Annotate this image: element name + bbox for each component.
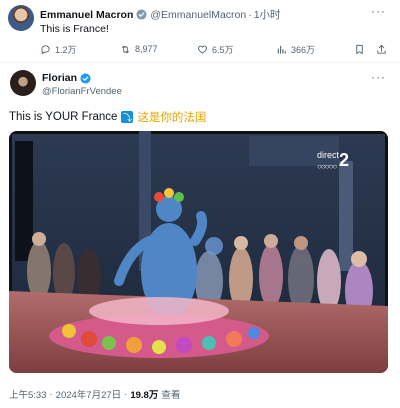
arrow-down-right-icon: ⤵ bbox=[121, 111, 134, 123]
bookmark-button[interactable] bbox=[354, 44, 365, 55]
tweet2-more-icon[interactable]: ··· bbox=[371, 70, 386, 84]
views-count: 366万 bbox=[291, 44, 316, 55]
post-views-label: 查看 bbox=[161, 390, 181, 401]
views-button[interactable]: 366万 bbox=[276, 43, 315, 56]
bookmark-icon bbox=[356, 44, 363, 54]
share-icon bbox=[377, 44, 386, 54]
tweet1-header: Emmanuel Macron @EmmanuelMacron · 1小时 bbox=[40, 7, 281, 22]
like-count: 6.5万 bbox=[212, 44, 234, 55]
tweet1-time[interactable]: 1小时 bbox=[254, 7, 281, 22]
tweet1-actions: 1.2万 8,977 6.5万 366万 bbox=[40, 42, 390, 56]
macron-avatar[interactable] bbox=[8, 5, 34, 31]
tweet1-author-name[interactable]: Emmanuel Macron bbox=[40, 9, 133, 21]
tv-channel-logo: direct ○○○○○ 2 bbox=[317, 150, 349, 172]
reply-icon bbox=[41, 44, 50, 55]
post-date[interactable]: 2024年7月27日 bbox=[56, 387, 121, 401]
retweet-count: 8,977 bbox=[135, 44, 158, 54]
florian-avatar[interactable] bbox=[10, 70, 36, 96]
verified-gray-icon bbox=[136, 9, 147, 20]
tweet2-author: Florian bbox=[42, 72, 91, 84]
verified-badge-icon bbox=[80, 72, 91, 84]
tweet1-separator: · bbox=[248, 8, 252, 21]
tweet1-handle[interactable]: @EmmanuelMacron bbox=[150, 9, 246, 21]
retweet-icon bbox=[121, 45, 130, 53]
reply-button[interactable]: 1.2万 bbox=[40, 43, 77, 56]
tv-channel-number: 2 bbox=[339, 150, 350, 170]
footer-dot-1: · bbox=[49, 388, 53, 400]
footer-dot-2: · bbox=[124, 388, 128, 400]
share-button[interactable] bbox=[376, 44, 387, 55]
tweet1-more-icon[interactable]: ··· bbox=[371, 4, 386, 18]
olympic-rings-icon: ○○○○○ bbox=[317, 162, 337, 171]
tweet-divider bbox=[0, 62, 400, 63]
tweet2-text: This is YOUR France ⤵ 这是你的法国 bbox=[9, 109, 206, 125]
post-views-count: 19.8万 bbox=[130, 390, 159, 401]
tweet2-text-en: This is YOUR France bbox=[9, 111, 118, 123]
post-time[interactable]: 上午5:33 bbox=[9, 387, 47, 401]
tweet2-text-cn: 这是你的法国 bbox=[137, 112, 207, 124]
quoted-tweet[interactable]: Emmanuel Macron @EmmanuelMacron · 1小时 ··… bbox=[0, 0, 400, 60]
retweet-button[interactable]: 8,977 bbox=[120, 44, 158, 55]
tweet2-author-name[interactable]: Florian bbox=[42, 72, 77, 84]
tweet1-text: This is France! bbox=[40, 23, 109, 35]
views-icon bbox=[277, 45, 286, 54]
tweet2-handle[interactable]: @FlorianFrVendee bbox=[42, 86, 122, 97]
tv-channel-small: direct bbox=[317, 150, 340, 160]
tweet2-footer: 上午5:33 · 2024年7月27日 · 19.8万 查看 bbox=[9, 387, 181, 402]
reply-count: 1.2万 bbox=[55, 44, 77, 55]
tweet-photo[interactable]: direct ○○○○○ 2 bbox=[9, 131, 388, 373]
like-icon bbox=[198, 45, 207, 54]
like-button[interactable]: 6.5万 bbox=[197, 43, 234, 56]
